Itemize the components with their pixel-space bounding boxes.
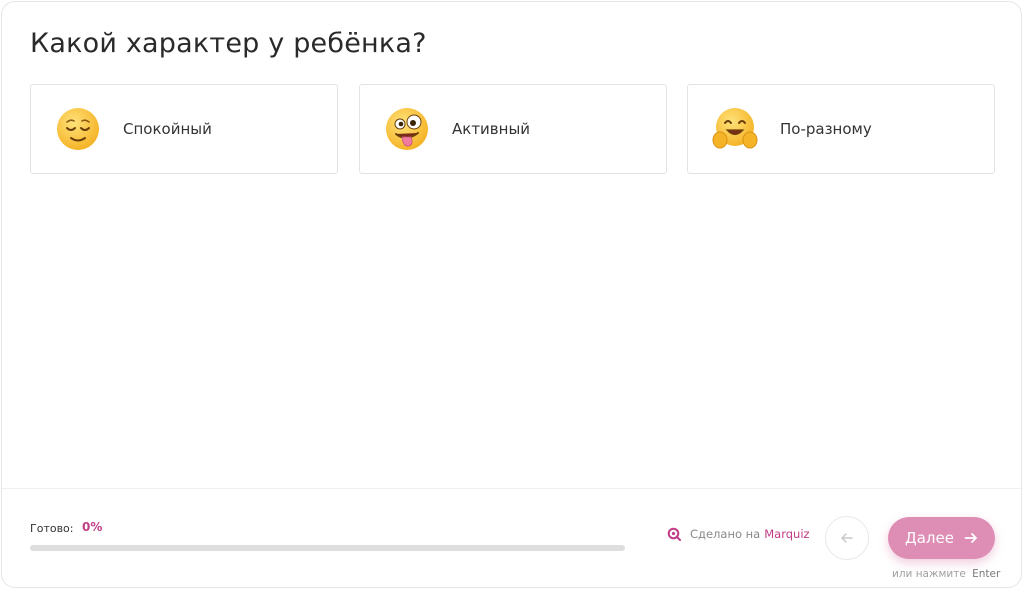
zany-face-icon — [386, 108, 428, 150]
marquiz-logo-icon — [667, 527, 681, 541]
option-label: Спокойный — [123, 120, 212, 138]
question-title: Какой характер у ребёнка? — [30, 28, 427, 59]
arrow-right-icon — [964, 533, 977, 543]
option-label: По-разному — [780, 120, 872, 138]
arrow-left-icon — [841, 533, 853, 543]
keyboard-hint: или нажмите Enter — [892, 568, 1000, 580]
option-varies[interactable]: По-разному — [687, 84, 995, 174]
made-by-brand: Marquiz — [764, 527, 810, 541]
progress-label: Готово: — [30, 522, 74, 535]
hint-prefix: или нажмите — [892, 568, 966, 580]
relieved-face-icon — [57, 108, 99, 150]
back-button[interactable] — [825, 516, 869, 560]
option-label: Активный — [452, 120, 531, 138]
made-by-link[interactable]: Сделано на Marquiz — [667, 527, 810, 541]
next-button[interactable]: Далее — [888, 517, 995, 559]
made-by-prefix: Сделано на — [690, 527, 761, 541]
quiz-container: Какой характер у ребёнка? Спокойный Акти… — [1, 1, 1022, 588]
option-active[interactable]: Активный — [359, 84, 667, 174]
next-button-label: Далее — [905, 529, 954, 547]
hugging-face-icon — [712, 108, 758, 149]
progress-bar — [30, 545, 625, 551]
hint-key: Enter — [972, 568, 1001, 580]
option-calm[interactable]: Спокойный — [30, 84, 338, 174]
quiz-footer: Готово: 0% Сделано на Marquiz Далее или … — [2, 488, 1021, 587]
progress-value: 0% — [82, 520, 103, 534]
